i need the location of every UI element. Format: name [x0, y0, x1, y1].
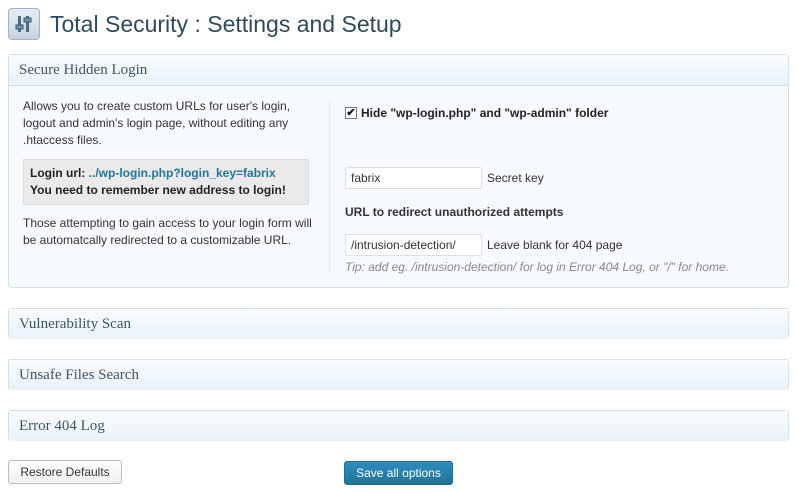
vulnerability-scan-panel[interactable]: Vulnerability Scan — [8, 308, 789, 339]
unsafe-files-header[interactable]: Unsafe Files Search — [9, 360, 788, 390]
error-404-header[interactable]: Error 404 Log — [9, 411, 788, 441]
secure-login-body: Allows you to create custom URLs for use… — [9, 86, 788, 287]
login-url-box: Login url: ../wp-login.php?login_key=fab… — [23, 159, 309, 205]
hide-login-option: ✔ Hide "wp-login.php" and "wp-admin" fol… — [345, 106, 608, 120]
page-title: Total Security : Settings and Setup — [50, 10, 402, 37]
vulnerability-scan-header[interactable]: Vulnerability Scan — [9, 309, 788, 339]
login-url-label: Login url: — [30, 166, 86, 180]
redirect-url-label: Leave blank for 404 page — [487, 238, 623, 252]
redirect-url-input[interactable]: /intrusion-detection/ — [345, 234, 482, 256]
error-404-panel[interactable]: Error 404 Log — [8, 410, 789, 441]
secure-login-panel: Secure Hidden Login Allows you to create… — [8, 54, 789, 288]
secure-login-description: Allows you to create custom URLs for use… — [23, 99, 291, 147]
unsafe-files-panel[interactable]: Unsafe Files Search — [8, 359, 789, 390]
sliders-icon — [8, 8, 40, 40]
restore-defaults-button[interactable]: Restore Defaults — [8, 460, 122, 484]
redirect-heading: URL to redirect unauthorized attempts — [345, 205, 564, 219]
column-divider — [329, 100, 330, 272]
secret-key-input[interactable]: fabrix — [345, 167, 482, 189]
secure-login-header[interactable]: Secure Hidden Login — [9, 55, 788, 86]
secret-key-row: fabrix Secret key — [345, 167, 544, 189]
save-all-options-button[interactable]: Save all options — [344, 461, 453, 485]
remember-note: You need to remember new address to logi… — [30, 183, 286, 197]
page-header: Total Security : Settings and Setup — [8, 7, 402, 41]
redirect-tip: Tip: add eg. /intrusion-detection/ for l… — [345, 260, 729, 274]
hide-login-label[interactable]: Hide "wp-login.php" and "wp-admin" folde… — [361, 106, 608, 120]
hide-login-checkbox[interactable]: ✔ — [345, 107, 357, 119]
secure-login-info: Allows you to create custom URLs for use… — [23, 98, 313, 249]
login-url-link[interactable]: ../wp-login.php?login_key=fabrix — [89, 166, 276, 180]
login-url-line: Login url: ../wp-login.php?login_key=fab… — [30, 165, 302, 182]
redirect-note: Those attempting to gain access to your … — [23, 216, 312, 247]
secret-key-label: Secret key — [487, 171, 544, 185]
redirect-url-row: /intrusion-detection/ Leave blank for 40… — [345, 234, 622, 256]
